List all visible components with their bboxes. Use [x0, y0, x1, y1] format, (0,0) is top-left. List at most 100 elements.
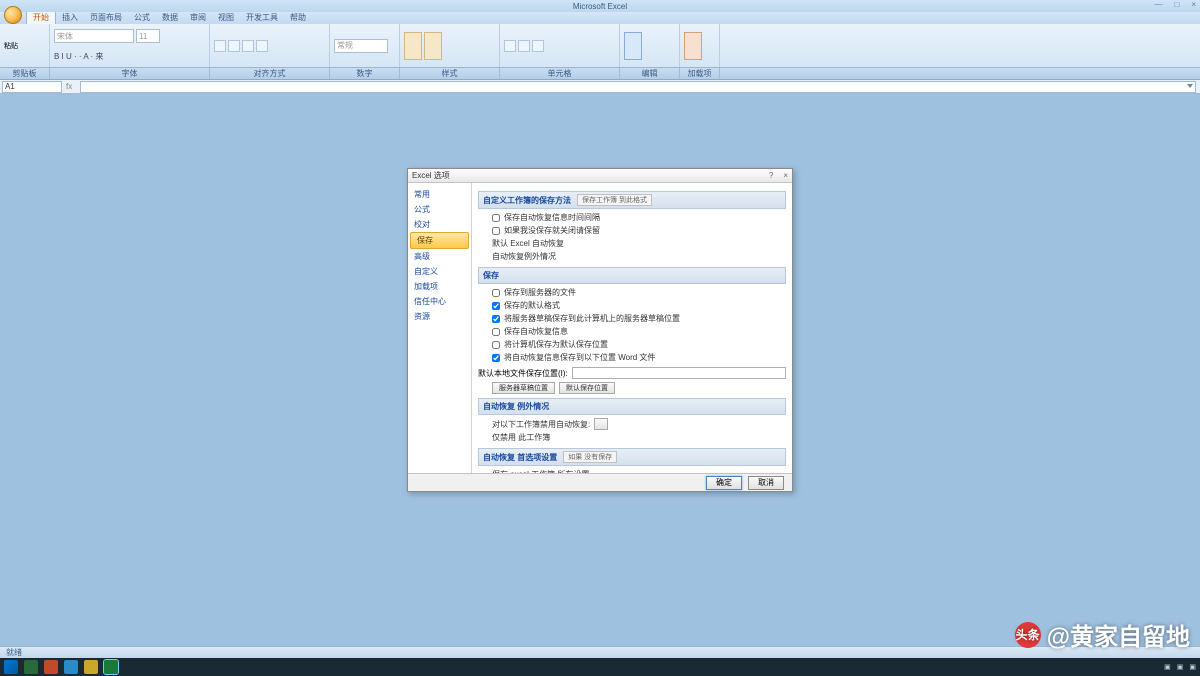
section4-pill[interactable]: 如果 没有保存 [563, 451, 617, 463]
formula-input[interactable] [80, 81, 1196, 93]
tab-help[interactable]: 帮助 [284, 11, 312, 24]
ribbon: 粘贴 宋体 11 B I U · · A · 来 常规 [0, 24, 1200, 68]
dialog-sidebar: 常用 公式 校对 保存 高级 自定义 加载项 信任中心 资源 [408, 183, 472, 473]
align-left-icon[interactable] [214, 40, 226, 52]
watermark-author: @黄家自留地 [1047, 617, 1190, 652]
opt-server-draft[interactable]: 将服务器草稿保存到此计算机上的服务器草稿位置 [478, 312, 786, 325]
fx-icon[interactable]: fx [66, 82, 72, 91]
group-number: 数字 [330, 68, 400, 79]
tab-dev[interactable]: 开发工具 [240, 11, 284, 24]
tab-home[interactable]: 开始 [26, 10, 56, 24]
dialog-title: Excel 选项 [412, 170, 450, 181]
dialog-content: 自定义工作簿的保存方法 保存工作簿 到此格式 保存自动恢复信息时间间隔 如果我没… [472, 183, 792, 473]
opt-server-files[interactable]: 保存到服务器的文件 [478, 286, 786, 299]
opt-autorecover-except: 自动恢复例外情况 [478, 250, 786, 263]
find-select-icon[interactable] [684, 32, 702, 60]
close-button[interactable]: × [1191, 0, 1196, 9]
taskbar-app-2[interactable] [44, 660, 58, 674]
taskbar-app-1[interactable] [24, 660, 38, 674]
conditional-format-icon[interactable] [404, 32, 422, 60]
section1-pill[interactable]: 保存工作簿 到此格式 [577, 194, 652, 206]
group-align: 对齐方式 [210, 68, 330, 79]
tab-formulas[interactable]: 公式 [128, 11, 156, 24]
start-button[interactable] [4, 660, 18, 674]
section3-title: 自动恢复 例外情况 [483, 401, 549, 412]
ribbon-group-labels: 剪贴板 字体 对齐方式 数字 样式 单元格 编辑 加载项 [0, 68, 1200, 80]
ok-button[interactable]: 确定 [706, 476, 742, 490]
wrap-text-icon[interactable] [256, 40, 268, 52]
cancel-button[interactable]: 取消 [748, 476, 784, 490]
workbook-picker-icon[interactable] [594, 418, 608, 430]
watermark: 头条 @黄家自留地 [1015, 617, 1190, 652]
watermark-logo-icon: 头条 [1015, 622, 1041, 648]
minimize-button[interactable]: — [1154, 0, 1162, 9]
tab-view[interactable]: 视图 [212, 11, 240, 24]
group-cells: 单元格 [500, 68, 620, 79]
tab-insert[interactable]: 插入 [56, 11, 84, 24]
opt-disable-autorecover[interactable]: 对以下工作簿禁用自动恢复: [478, 417, 786, 431]
dialog-help-icon[interactable]: ? [769, 171, 773, 180]
side-item-save[interactable]: 保存 [410, 232, 469, 249]
align-center-icon[interactable] [228, 40, 240, 52]
tray-volume-icon[interactable]: ▣ [1177, 663, 1184, 671]
section-autorecover-exc: 自动恢复 例外情况 [478, 398, 786, 415]
dialog-close-icon[interactable]: × [783, 171, 788, 180]
title-bar: Microsoft Excel — □ × [0, 0, 1200, 12]
font-family-select[interactable]: 宋体 [54, 29, 134, 43]
number-format-select[interactable]: 常规 [334, 39, 388, 53]
default-path-input[interactable] [572, 367, 786, 379]
side-item-formula[interactable]: 公式 [408, 202, 471, 217]
sort-filter-icon[interactable] [624, 32, 642, 60]
section-save-workbook: 自定义工作簿的保存方法 保存工作簿 到此格式 [478, 191, 786, 209]
opt-default-local[interactable]: 将计算机保存为默认保存位置 [478, 338, 786, 351]
group-addin: 加载项 [680, 68, 720, 79]
server-draft-button[interactable]: 服务器草稿位置 [492, 382, 555, 394]
status-text: 就绪 [6, 647, 22, 658]
system-tray[interactable]: ▣ ▣ ▣ [1164, 663, 1196, 671]
taskbar-app-excel[interactable] [104, 660, 118, 674]
section4-title: 自动恢复 首选项设置 [483, 452, 557, 463]
options-dialog: Excel 选项 ? × 常用 公式 校对 保存 高级 自定义 加载项 信任中心… [407, 168, 793, 492]
path-label: 默认本地文件保存位置(I): [478, 368, 568, 379]
tab-data[interactable]: 数据 [156, 11, 184, 24]
taskbar-app-3[interactable] [64, 660, 78, 674]
section2-title: 保存 [483, 270, 499, 281]
side-item-resources[interactable]: 资源 [408, 309, 471, 324]
taskbar-app-4[interactable] [84, 660, 98, 674]
window-title: Microsoft Excel [573, 2, 627, 11]
side-item-common[interactable]: 常用 [408, 187, 471, 202]
delete-cell-icon[interactable] [518, 40, 530, 52]
opt-default-format[interactable]: 保存的默认格式 [478, 299, 786, 312]
section-autorecover-pref: 自动恢复 首选项设置 如果 没有保存 [478, 448, 786, 466]
tray-network-icon[interactable]: ▣ [1164, 663, 1171, 671]
office-button[interactable] [4, 6, 22, 24]
format-table-icon[interactable] [424, 32, 442, 60]
opt-autorecover-interval[interactable]: 保存自动恢复信息时间间隔 [478, 211, 786, 224]
dialog-footer: 确定 取消 [408, 473, 792, 491]
name-box[interactable]: A1 [2, 81, 62, 93]
font-style-buttons[interactable]: B I U · · A · 来 [54, 51, 205, 62]
formula-bar: A1 fx [0, 80, 1200, 94]
ribbon-tabs: 开始 插入 页面布局 公式 数据 审阅 视图 开发工具 帮助 [0, 12, 1200, 24]
opt-autorecover-path[interactable]: 将自动恢复信息保存到以下位置 Word 文件 [478, 351, 786, 364]
opt-autorecover-info[interactable]: 保存自动恢复信息 [478, 325, 786, 338]
tab-layout[interactable]: 页面布局 [84, 11, 128, 24]
tab-review[interactable]: 审阅 [184, 11, 212, 24]
group-clipboard: 剪贴板 [0, 68, 50, 79]
font-size-select[interactable]: 11 [136, 29, 160, 43]
opt-disable-this-wb[interactable]: 仅禁用 此工作簿 [478, 431, 786, 444]
tray-ime-icon[interactable]: ▣ [1189, 663, 1196, 671]
insert-cell-icon[interactable] [504, 40, 516, 52]
side-item-proof[interactable]: 校对 [408, 217, 471, 232]
default-save-button[interactable]: 默认保存位置 [559, 382, 615, 394]
side-item-trust[interactable]: 信任中心 [408, 294, 471, 309]
side-item-custom[interactable]: 自定义 [408, 264, 471, 279]
align-right-icon[interactable] [242, 40, 254, 52]
maximize-button[interactable]: □ [1174, 0, 1179, 9]
opt-keep-last[interactable]: 如果我没保存就关闭请保留 [478, 224, 786, 237]
format-cell-icon[interactable] [532, 40, 544, 52]
side-item-addins[interactable]: 加载项 [408, 279, 471, 294]
side-item-advanced[interactable]: 高级 [408, 249, 471, 264]
paste-button[interactable]: 粘贴 [4, 41, 18, 51]
taskbar: ▣ ▣ ▣ [0, 658, 1200, 676]
